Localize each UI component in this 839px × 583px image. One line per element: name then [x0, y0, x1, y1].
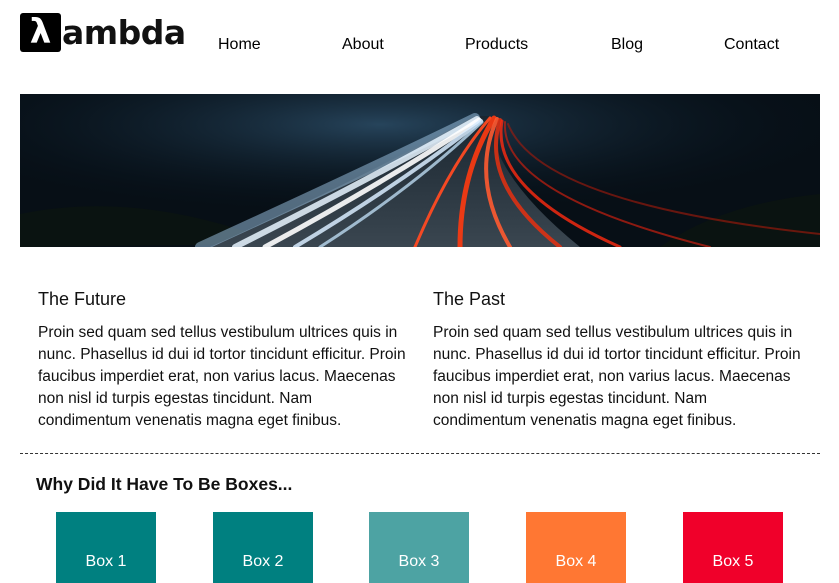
nav-about-link[interactable]: About: [342, 36, 384, 54]
box-2-label: Box 2: [242, 553, 284, 570]
box-3-label: Box 3: [398, 553, 440, 570]
hero-image: [20, 94, 820, 247]
nav-blog-link[interactable]: Blog: [611, 36, 643, 54]
box-4-label: Box 4: [555, 553, 597, 570]
box-5: Box 5: [683, 512, 783, 583]
nav-products-link[interactable]: Products: [465, 36, 528, 54]
box-1: Box 1: [56, 512, 156, 583]
future-paragraph: Proin sed quam sed tellus vestibulum ult…: [38, 324, 406, 429]
boxes-heading: Why Did It Have To Be Boxes...: [36, 474, 293, 494]
future-heading: The Future: [38, 289, 127, 309]
box-5-label: Box 5: [712, 553, 754, 570]
box-4: Box 4: [526, 512, 626, 583]
past-heading: The Past: [433, 289, 506, 309]
section-divider: [20, 453, 820, 454]
nav-home-link[interactable]: Home: [218, 36, 261, 54]
box-3: Box 3: [369, 512, 469, 583]
site-header: λ ambda Home About Products Blog Contact: [0, 0, 839, 94]
box-2: Box 2: [213, 512, 313, 583]
main-nav: Home About Products Blog Contact: [0, 36, 839, 56]
box-1-label: Box 1: [85, 553, 127, 570]
highway-light-trails-image: [20, 94, 820, 247]
past-paragraph: Proin sed quam sed tellus vestibulum ult…: [433, 324, 801, 429]
nav-contact-link[interactable]: Contact: [724, 36, 779, 54]
